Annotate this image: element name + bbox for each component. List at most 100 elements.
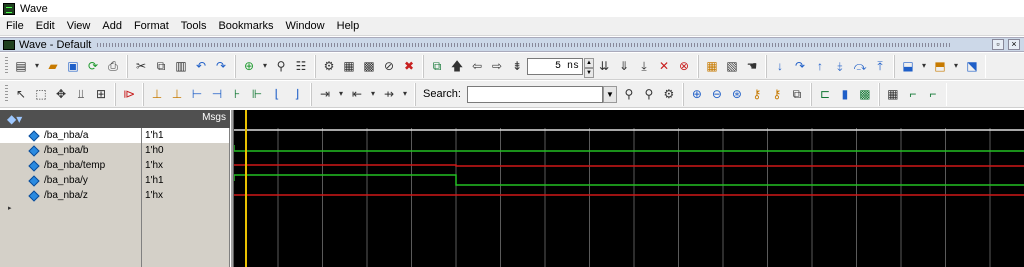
first-edge-icon[interactable]: ⌊ <box>268 85 286 103</box>
wave-options-icon[interactable]: ◆▾ <box>7 112 33 126</box>
menu-bookmarks[interactable]: Bookmarks <box>212 20 279 32</box>
forward-icon[interactable]: ⇨ <box>488 57 506 75</box>
next-rising-icon[interactable]: ⊣ <box>208 85 226 103</box>
next-edge-icon[interactable]: ⊥ <box>168 85 186 103</box>
expand-out-icon[interactable]: ⇤ <box>348 85 366 103</box>
event-format-icon[interactable]: ▩ <box>856 85 874 103</box>
zoom-out-icon[interactable]: ⊖ <box>708 85 726 103</box>
undock-icon[interactable]: ▫ <box>992 39 1004 50</box>
zoom-in-icon[interactable]: ⊕ <box>688 85 706 103</box>
next-falling-icon[interactable]: ⊩ <box>248 85 266 103</box>
signal-value-row[interactable]: 1'h0 <box>142 143 229 158</box>
memory-icon[interactable]: ⬓ <box>899 57 917 75</box>
fsm-dropdown-icon[interactable]: ▾ <box>951 57 961 75</box>
expand-arrow-icon[interactable]: ▸ <box>8 204 12 212</box>
stop-run-icon[interactable]: ⊗ <box>675 57 693 75</box>
hand-icon[interactable]: ☚ <box>743 57 761 75</box>
zoom-cursor-icon[interactable]: ⚷ <box>748 85 766 103</box>
prev-rising-icon[interactable]: ⊢ <box>188 85 206 103</box>
back-icon[interactable]: ⇦ <box>468 57 486 75</box>
run-length-input[interactable]: 5 ns <box>527 57 583 75</box>
run-all-icon[interactable]: ⤓ <box>635 57 653 75</box>
break-run-icon[interactable]: ✕ <box>655 57 673 75</box>
expand-out-dropdown-icon[interactable]: ▾ <box>368 85 378 103</box>
memory-dropdown-icon[interactable]: ▾ <box>919 57 929 75</box>
menu-format[interactable]: Format <box>128 20 175 32</box>
step-next-icon[interactable]: ⤈ <box>831 57 849 75</box>
drag-grip[interactable] <box>97 42 952 47</box>
search-next-icon[interactable]: ⚲ <box>640 85 658 103</box>
zoom-last-icon[interactable]: ⚷ <box>768 85 786 103</box>
step-out-icon[interactable]: ↑ <box>811 57 829 75</box>
signal-row[interactable]: /ba_nba/y <box>0 173 141 188</box>
break-icon[interactable]: ⊘ <box>380 57 398 75</box>
grid-icon[interactable]: ▦ <box>884 85 902 103</box>
expand-full-dropdown-icon[interactable]: ▾ <box>400 85 410 103</box>
reload-icon[interactable]: ⟳ <box>84 57 102 75</box>
add-circle-icon[interactable]: ⊕ <box>240 57 258 75</box>
prev-edge-icon[interactable]: ⊥ <box>148 85 166 103</box>
new-dropdown-icon[interactable]: ▾ <box>32 57 42 75</box>
search-prev-icon[interactable]: ⚲ <box>620 85 638 103</box>
expand-in-dropdown-icon[interactable]: ▾ <box>336 85 346 103</box>
dataflow-icon[interactable]: ▦ <box>703 57 721 75</box>
signal-value-row[interactable]: 1'h1 <box>142 128 229 143</box>
zoom-full-icon[interactable]: ⊛ <box>728 85 746 103</box>
print-icon[interactable]: ⎙ <box>104 57 122 75</box>
new-file-icon[interactable]: ▤ <box>12 57 30 75</box>
edit-mode-icon[interactable]: ⫫ <box>72 85 90 103</box>
signal-row[interactable]: /ba_nba/z <box>0 188 141 203</box>
waveform-icon[interactable]: ⌐ <box>904 85 922 103</box>
cut-icon[interactable]: ✂ <box>132 57 150 75</box>
menu-view[interactable]: View <box>61 20 97 32</box>
select-mode-icon[interactable]: ↖ <box>12 85 30 103</box>
menu-tools[interactable]: Tools <box>175 20 213 32</box>
stepper-down-icon[interactable]: ▼ <box>584 67 594 78</box>
search-input[interactable] <box>466 85 603 103</box>
signal-value-row[interactable]: 1'h1 <box>142 173 229 188</box>
pan-mode-icon[interactable]: ✥ <box>52 85 70 103</box>
step-out-next-icon[interactable]: ⤒ <box>871 57 889 75</box>
expand-full-icon[interactable]: ⇸ <box>380 85 398 103</box>
literal-format-icon[interactable]: ▮ <box>836 85 854 103</box>
undo-icon[interactable]: ↶ <box>192 57 210 75</box>
signal-value-row[interactable]: 1'hx <box>142 188 229 203</box>
toolbar-grip-2[interactable] <box>5 85 8 103</box>
expand-in-icon[interactable]: ⇥ <box>316 85 334 103</box>
prev-falling-icon[interactable]: ⊦ <box>228 85 246 103</box>
compile-icon[interactable]: ⚙ <box>320 57 338 75</box>
redo-icon[interactable]: ↷ <box>212 57 230 75</box>
zoom-mode-icon[interactable]: ⬚ <box>32 85 50 103</box>
signal-row[interactable]: /ba_nba/temp <box>0 158 141 173</box>
step-over-icon[interactable]: ↷ <box>791 57 809 75</box>
save-icon[interactable]: ▣ <box>64 57 82 75</box>
compile-all-icon[interactable]: ▦ <box>340 57 358 75</box>
stop-sim-icon[interactable]: ✖ <box>400 57 418 75</box>
run-length-stepper[interactable]: ▲ ▼ <box>584 57 594 78</box>
step-over-next-icon[interactable]: ⤼ <box>851 57 869 75</box>
run-length-icon[interactable]: ⇟ <box>508 57 526 75</box>
open-icon[interactable]: ▰ <box>44 57 62 75</box>
schematic-icon[interactable]: ▧ <box>723 57 741 75</box>
step-into-icon[interactable]: ↓ <box>771 57 789 75</box>
waveform-alt-icon[interactable]: ⌐ <box>924 85 942 103</box>
last-edge-icon[interactable]: ⌋ <box>288 85 306 103</box>
cursor-mode-icon[interactable]: ⊞ <box>92 85 110 103</box>
menu-window[interactable]: Window <box>280 20 331 32</box>
insert-cursor-icon[interactable]: ⧐ <box>120 85 138 103</box>
continue-icon[interactable]: ⇓ <box>615 57 633 75</box>
stepper-up-icon[interactable]: ▲ <box>584 57 594 68</box>
paste-icon[interactable]: ▥ <box>172 57 190 75</box>
menu-edit[interactable]: Edit <box>30 20 61 32</box>
hierarchy-icon[interactable]: ☷ <box>292 57 310 75</box>
signal-row[interactable]: /ba_nba/b <box>0 143 141 158</box>
zoom-range-icon[interactable]: ⧉ <box>788 85 806 103</box>
restart-icon[interactable]: ⧉ <box>428 57 446 75</box>
step-up-icon[interactable]: 🡅 <box>448 57 466 75</box>
search-options-icon[interactable]: ⚙ <box>660 85 678 103</box>
fsm-icon[interactable]: ⬒ <box>931 57 949 75</box>
toolbar-grip[interactable] <box>5 57 8 75</box>
menu-add[interactable]: Add <box>96 20 128 32</box>
waveform-canvas[interactable] <box>234 110 1024 267</box>
run-icon[interactable]: ⇊ <box>595 57 613 75</box>
